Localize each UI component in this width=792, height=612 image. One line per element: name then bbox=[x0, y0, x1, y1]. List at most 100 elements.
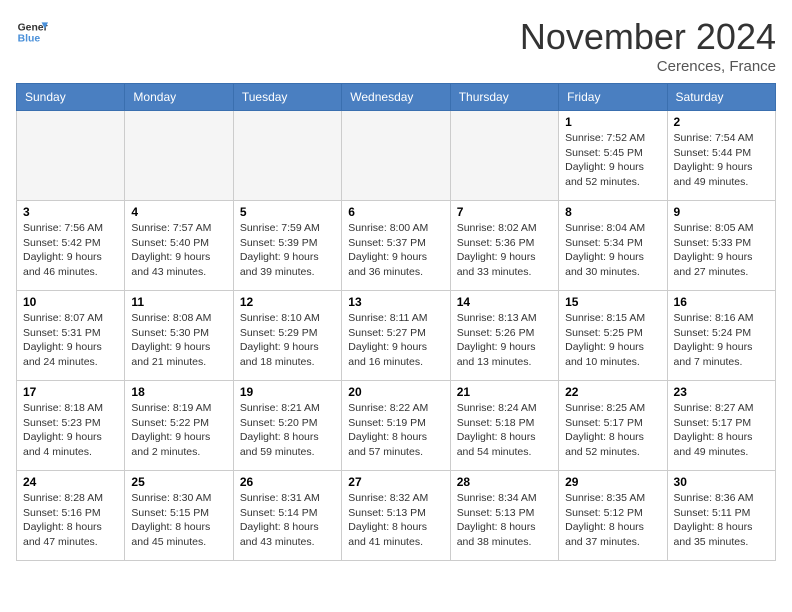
day-cell: 15 Sunrise: 8:15 AMSunset: 5:25 PMDayligh… bbox=[559, 291, 667, 381]
day-info: Sunrise: 8:07 AMSunset: 5:31 PMDaylight:… bbox=[23, 311, 118, 370]
day-cell bbox=[233, 111, 341, 201]
day-cell: 6 Sunrise: 8:00 AMSunset: 5:37 PMDaylight… bbox=[342, 201, 450, 291]
day-info: Sunrise: 8:24 AMSunset: 5:18 PMDaylight:… bbox=[457, 401, 552, 460]
calendar-table: SundayMondayTuesdayWednesdayThursdayFrid… bbox=[16, 83, 776, 561]
day-info: Sunrise: 8:02 AMSunset: 5:36 PMDaylight:… bbox=[457, 221, 552, 280]
day-info: Sunrise: 8:30 AMSunset: 5:15 PMDaylight:… bbox=[131, 491, 226, 550]
day-number: 15 bbox=[565, 295, 660, 309]
week-row-3: 10 Sunrise: 8:07 AMSunset: 5:31 PMDayligh… bbox=[17, 291, 776, 381]
day-cell: 8 Sunrise: 8:04 AMSunset: 5:34 PMDaylight… bbox=[559, 201, 667, 291]
day-number: 4 bbox=[131, 205, 226, 219]
day-number: 26 bbox=[240, 475, 335, 489]
day-number: 14 bbox=[457, 295, 552, 309]
col-header-saturday: Saturday bbox=[667, 84, 775, 111]
day-cell: 1 Sunrise: 7:52 AMSunset: 5:45 PMDaylight… bbox=[559, 111, 667, 201]
day-info: Sunrise: 8:31 AMSunset: 5:14 PMDaylight:… bbox=[240, 491, 335, 550]
col-header-tuesday: Tuesday bbox=[233, 84, 341, 111]
col-header-thursday: Thursday bbox=[450, 84, 558, 111]
day-cell: 5 Sunrise: 7:59 AMSunset: 5:39 PMDaylight… bbox=[233, 201, 341, 291]
week-row-5: 24 Sunrise: 8:28 AMSunset: 5:16 PMDayligh… bbox=[17, 471, 776, 561]
day-number: 29 bbox=[565, 475, 660, 489]
day-cell: 17 Sunrise: 8:18 AMSunset: 5:23 PMDayligh… bbox=[17, 381, 125, 471]
day-number: 19 bbox=[240, 385, 335, 399]
day-info: Sunrise: 7:57 AMSunset: 5:40 PMDaylight:… bbox=[131, 221, 226, 280]
day-number: 5 bbox=[240, 205, 335, 219]
day-number: 1 bbox=[565, 115, 660, 129]
day-number: 21 bbox=[457, 385, 552, 399]
day-cell: 26 Sunrise: 8:31 AMSunset: 5:14 PMDayligh… bbox=[233, 471, 341, 561]
day-info: Sunrise: 8:13 AMSunset: 5:26 PMDaylight:… bbox=[457, 311, 552, 370]
day-info: Sunrise: 8:08 AMSunset: 5:30 PMDaylight:… bbox=[131, 311, 226, 370]
day-info: Sunrise: 8:35 AMSunset: 5:12 PMDaylight:… bbox=[565, 491, 660, 550]
day-info: Sunrise: 8:19 AMSunset: 5:22 PMDaylight:… bbox=[131, 401, 226, 460]
logo: General Blue bbox=[16, 16, 48, 48]
day-number: 18 bbox=[131, 385, 226, 399]
day-number: 27 bbox=[348, 475, 443, 489]
day-info: Sunrise: 7:54 AMSunset: 5:44 PMDaylight:… bbox=[674, 131, 769, 190]
day-info: Sunrise: 7:59 AMSunset: 5:39 PMDaylight:… bbox=[240, 221, 335, 280]
week-row-2: 3 Sunrise: 7:56 AMSunset: 5:42 PMDaylight… bbox=[17, 201, 776, 291]
day-cell bbox=[342, 111, 450, 201]
day-number: 3 bbox=[23, 205, 118, 219]
day-info: Sunrise: 8:00 AMSunset: 5:37 PMDaylight:… bbox=[348, 221, 443, 280]
day-info: Sunrise: 8:18 AMSunset: 5:23 PMDaylight:… bbox=[23, 401, 118, 460]
day-number: 12 bbox=[240, 295, 335, 309]
day-info: Sunrise: 8:32 AMSunset: 5:13 PMDaylight:… bbox=[348, 491, 443, 550]
day-number: 22 bbox=[565, 385, 660, 399]
day-cell: 7 Sunrise: 8:02 AMSunset: 5:36 PMDaylight… bbox=[450, 201, 558, 291]
day-info: Sunrise: 8:05 AMSunset: 5:33 PMDaylight:… bbox=[674, 221, 769, 280]
day-number: 23 bbox=[674, 385, 769, 399]
day-number: 16 bbox=[674, 295, 769, 309]
day-info: Sunrise: 8:27 AMSunset: 5:17 PMDaylight:… bbox=[674, 401, 769, 460]
col-header-monday: Monday bbox=[125, 84, 233, 111]
day-number: 30 bbox=[674, 475, 769, 489]
day-cell: 21 Sunrise: 8:24 AMSunset: 5:18 PMDayligh… bbox=[450, 381, 558, 471]
day-info: Sunrise: 8:25 AMSunset: 5:17 PMDaylight:… bbox=[565, 401, 660, 460]
day-info: Sunrise: 8:15 AMSunset: 5:25 PMDaylight:… bbox=[565, 311, 660, 370]
col-header-wednesday: Wednesday bbox=[342, 84, 450, 111]
col-header-friday: Friday bbox=[559, 84, 667, 111]
day-number: 17 bbox=[23, 385, 118, 399]
day-cell bbox=[450, 111, 558, 201]
day-cell bbox=[125, 111, 233, 201]
day-cell: 16 Sunrise: 8:16 AMSunset: 5:24 PMDayligh… bbox=[667, 291, 775, 381]
day-cell: 25 Sunrise: 8:30 AMSunset: 5:15 PMDayligh… bbox=[125, 471, 233, 561]
day-number: 24 bbox=[23, 475, 118, 489]
col-header-sunday: Sunday bbox=[17, 84, 125, 111]
day-info: Sunrise: 8:36 AMSunset: 5:11 PMDaylight:… bbox=[674, 491, 769, 550]
day-cell: 27 Sunrise: 8:32 AMSunset: 5:13 PMDayligh… bbox=[342, 471, 450, 561]
day-info: Sunrise: 8:11 AMSunset: 5:27 PMDaylight:… bbox=[348, 311, 443, 370]
day-cell: 29 Sunrise: 8:35 AMSunset: 5:12 PMDayligh… bbox=[559, 471, 667, 561]
day-number: 20 bbox=[348, 385, 443, 399]
day-cell: 4 Sunrise: 7:57 AMSunset: 5:40 PMDaylight… bbox=[125, 201, 233, 291]
week-row-4: 17 Sunrise: 8:18 AMSunset: 5:23 PMDayligh… bbox=[17, 381, 776, 471]
day-cell: 28Sunrise: 8:34 AMSunset: 5:13 PMDayligh… bbox=[450, 471, 558, 561]
day-number: 7 bbox=[457, 205, 552, 219]
day-info: Sunrise: 7:52 AMSunset: 5:45 PMDaylight:… bbox=[565, 131, 660, 190]
day-cell: 12Sunrise: 8:10 AMSunset: 5:29 PMDayligh… bbox=[233, 291, 341, 381]
page-header: General Blue November 2024 Cerences, Fra… bbox=[16, 16, 776, 75]
day-number: 11 bbox=[131, 295, 226, 309]
day-info: Sunrise: 7:56 AMSunset: 5:42 PMDaylight:… bbox=[23, 221, 118, 280]
month-title: November 2024 bbox=[520, 16, 776, 58]
day-info: Sunrise: 8:16 AMSunset: 5:24 PMDaylight:… bbox=[674, 311, 769, 370]
day-info: Sunrise: 8:04 AMSunset: 5:34 PMDaylight:… bbox=[565, 221, 660, 280]
day-info: Sunrise: 8:28 AMSunset: 5:16 PMDaylight:… bbox=[23, 491, 118, 550]
day-number: 10 bbox=[23, 295, 118, 309]
day-number: 2 bbox=[674, 115, 769, 129]
location: Cerences, France bbox=[520, 58, 776, 75]
day-cell: 19 Sunrise: 8:21 AMSunset: 5:20 PMDayligh… bbox=[233, 381, 341, 471]
day-number: 25 bbox=[131, 475, 226, 489]
title-block: November 2024 Cerences, France bbox=[520, 16, 776, 75]
calendar-header-row: SundayMondayTuesdayWednesdayThursdayFrid… bbox=[17, 84, 776, 111]
day-info: Sunrise: 8:21 AMSunset: 5:20 PMDaylight:… bbox=[240, 401, 335, 460]
day-cell: 9Sunrise: 8:05 AMSunset: 5:33 PMDaylight… bbox=[667, 201, 775, 291]
day-cell: 18 Sunrise: 8:19 AMSunset: 5:22 PMDayligh… bbox=[125, 381, 233, 471]
day-cell: 3 Sunrise: 7:56 AMSunset: 5:42 PMDaylight… bbox=[17, 201, 125, 291]
day-cell bbox=[17, 111, 125, 201]
day-number: 8 bbox=[565, 205, 660, 219]
day-cell: 20 Sunrise: 8:22 AMSunset: 5:19 PMDayligh… bbox=[342, 381, 450, 471]
day-number: 6 bbox=[348, 205, 443, 219]
day-info: Sunrise: 8:22 AMSunset: 5:19 PMDaylight:… bbox=[348, 401, 443, 460]
svg-text:Blue: Blue bbox=[18, 34, 41, 45]
